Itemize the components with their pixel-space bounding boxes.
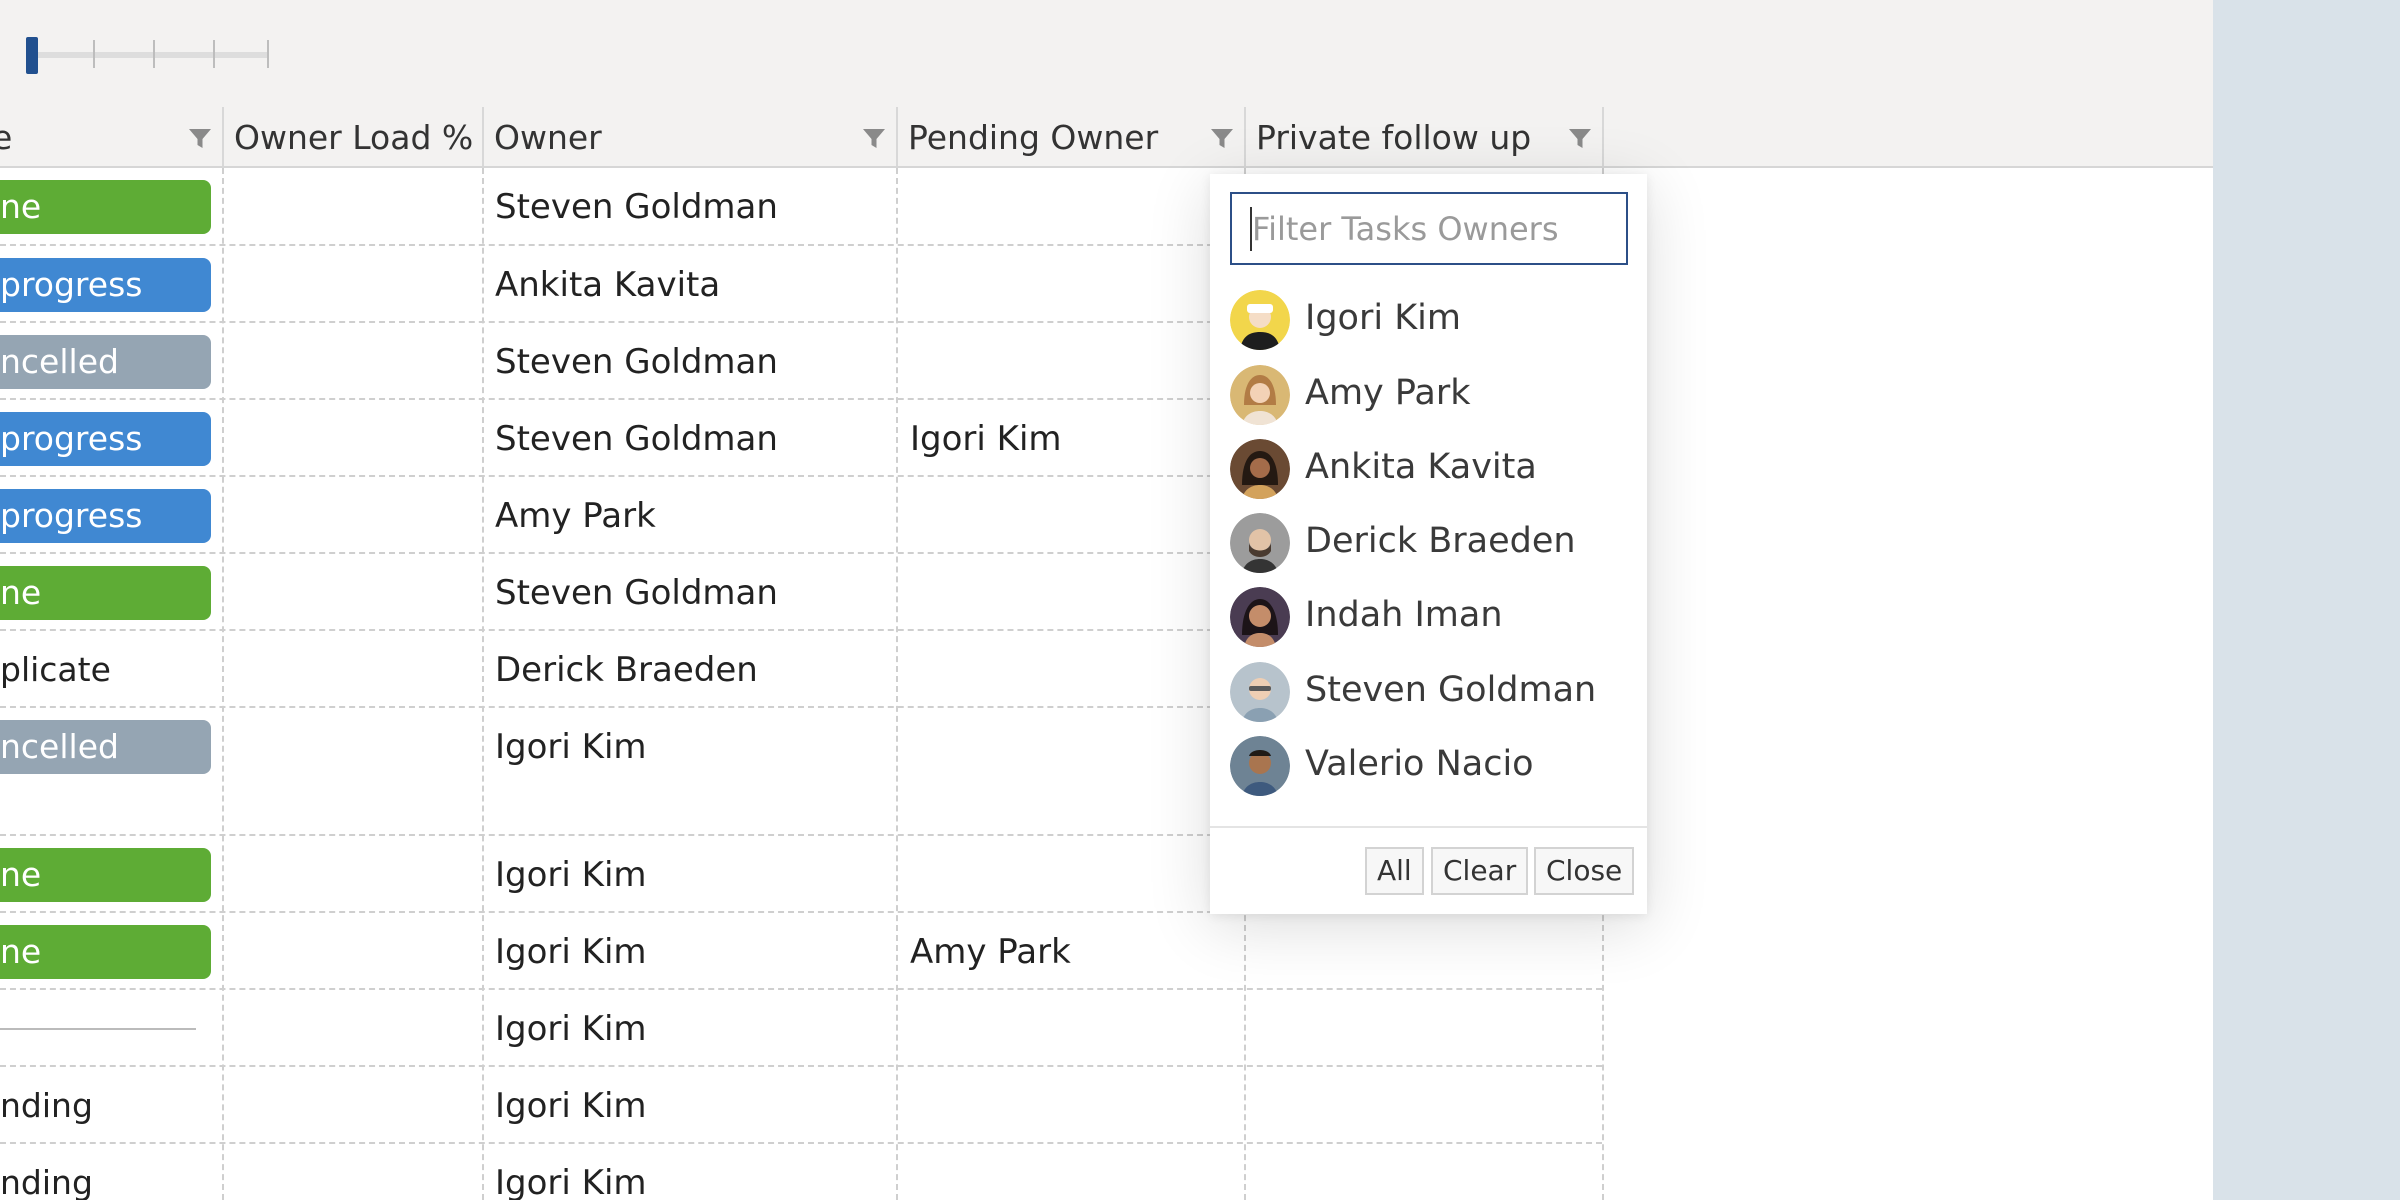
owner-option-label: Ankita Kavita: [1305, 447, 1537, 487]
pending-owner-cell[interactable]: Igori Kim: [910, 419, 1062, 459]
status-badge: progress: [0, 258, 211, 312]
table-row[interactable]: Igori Kim: [0, 990, 1602, 1067]
status-label: progress: [0, 496, 143, 535]
status-badge: ne: [0, 180, 211, 234]
avatar: [1230, 365, 1290, 425]
empty-status-line: [0, 1028, 196, 1030]
owner-option-label: Indah Iman: [1305, 595, 1503, 635]
owner-option[interactable]: Igori Kim: [1230, 286, 1630, 356]
owner-option-label: Valerio Nacio: [1305, 744, 1534, 784]
status-label: nding: [0, 1163, 93, 1200]
status-label: ne: [0, 855, 42, 894]
owner-option[interactable]: Valerio Nacio: [1230, 732, 1630, 802]
owner-cell[interactable]: Steven Goldman: [495, 419, 778, 459]
avatar: [1230, 513, 1290, 573]
slider-tick: [93, 40, 95, 68]
owner-cell[interactable]: Ankita Kavita: [495, 265, 720, 305]
status-label: nding: [0, 1086, 93, 1125]
avatar: [1230, 662, 1290, 722]
owner-option-label: Igori Kim: [1305, 298, 1461, 338]
table-row[interactable]: nding Igori Kim: [0, 1144, 1602, 1200]
avatar: [1230, 587, 1290, 647]
status-badge: progress: [0, 412, 211, 466]
toolbar: [0, 0, 2213, 107]
popup-divider: [1210, 826, 1647, 828]
filter-owners-input[interactable]: [1230, 192, 1628, 265]
status-label: progress: [0, 265, 143, 304]
owner-option-label: Steven Goldman: [1305, 670, 1597, 710]
column-header-label: Private follow up: [1256, 118, 1532, 157]
column-header-owner-load[interactable]: Owner Load %: [224, 107, 484, 166]
status-badge: ne: [0, 925, 211, 979]
table-row[interactable]: ne Igori Kim Amy Park: [0, 913, 1602, 990]
avatar: [1230, 736, 1290, 796]
owner-option[interactable]: Steven Goldman: [1230, 658, 1630, 728]
slider-tick: [267, 40, 269, 68]
column-header-label: Pending Owner: [908, 118, 1159, 157]
column-header-private-follow-up[interactable]: Private follow up: [1246, 107, 1604, 166]
owner-cell[interactable]: Steven Goldman: [495, 573, 778, 613]
status-label: ne: [0, 573, 42, 612]
status-badge: ne: [0, 848, 211, 902]
column-header-pending-owner[interactable]: Pending Owner: [898, 107, 1246, 166]
owner-cell[interactable]: Igori Kim: [495, 855, 647, 895]
owner-option-label: Amy Park: [1305, 373, 1471, 413]
owner-cell[interactable]: Igori Kim: [495, 1086, 647, 1126]
status-badge: ncelled: [0, 720, 211, 774]
select-all-button[interactable]: All: [1365, 847, 1424, 895]
owner-cell[interactable]: Steven Goldman: [495, 187, 778, 227]
text-caret: [1250, 207, 1252, 251]
status-label: plicate: [0, 650, 111, 689]
column-header-label: Owner: [494, 118, 602, 157]
owner-filter-popup: Igori Kim Amy Park Ankita Kavita Derick Bra…: [1210, 174, 1647, 914]
status-label: ne: [0, 187, 42, 226]
owner-cell[interactable]: Igori Kim: [495, 727, 647, 767]
slider-tick: [153, 40, 155, 68]
owner-cell[interactable]: Igori Kim: [495, 1163, 647, 1200]
owner-cell[interactable]: Derick Braeden: [495, 650, 758, 690]
table-row[interactable]: nding Igori Kim: [0, 1067, 1602, 1144]
close-button[interactable]: Close: [1534, 847, 1635, 895]
owner-cell[interactable]: Igori Kim: [495, 932, 647, 972]
avatar: [1230, 290, 1290, 350]
clear-button[interactable]: Clear: [1431, 847, 1529, 895]
column-header-status[interactable]: e: [0, 107, 224, 166]
status-label: ncelled: [0, 342, 119, 381]
zoom-slider-track[interactable]: [28, 52, 268, 58]
status-badge: progress: [0, 489, 211, 543]
avatar: [1230, 439, 1290, 499]
pending-owner-cell[interactable]: Amy Park: [910, 932, 1071, 972]
status-label: progress: [0, 419, 143, 458]
column-header-label: Owner Load %: [234, 118, 474, 157]
owner-option-label: Derick Braeden: [1305, 521, 1576, 561]
task-grid-app: e Owner Load % Owner Pending Owner Priva…: [0, 0, 2213, 1200]
status-badge: ncelled: [0, 335, 211, 389]
owner-option[interactable]: Ankita Kavita: [1230, 435, 1630, 505]
status-badge: ne: [0, 566, 211, 620]
slider-tick: [213, 40, 215, 68]
column-header-owner[interactable]: Owner: [484, 107, 898, 166]
owner-cell[interactable]: Amy Park: [495, 496, 656, 536]
grid-header: e Owner Load % Owner Pending Owner Priva…: [0, 107, 2213, 168]
owner-option[interactable]: Indah Iman: [1230, 583, 1630, 653]
owner-cell[interactable]: Steven Goldman: [495, 342, 778, 382]
column-header-label: e: [0, 118, 13, 157]
zoom-slider-thumb[interactable]: [26, 37, 38, 74]
status-label: ne: [0, 932, 42, 971]
owner-option[interactable]: Amy Park: [1230, 361, 1630, 431]
owner-option[interactable]: Derick Braeden: [1230, 509, 1630, 579]
owner-cell[interactable]: Igori Kim: [495, 1009, 647, 1049]
status-label: ncelled: [0, 727, 119, 766]
